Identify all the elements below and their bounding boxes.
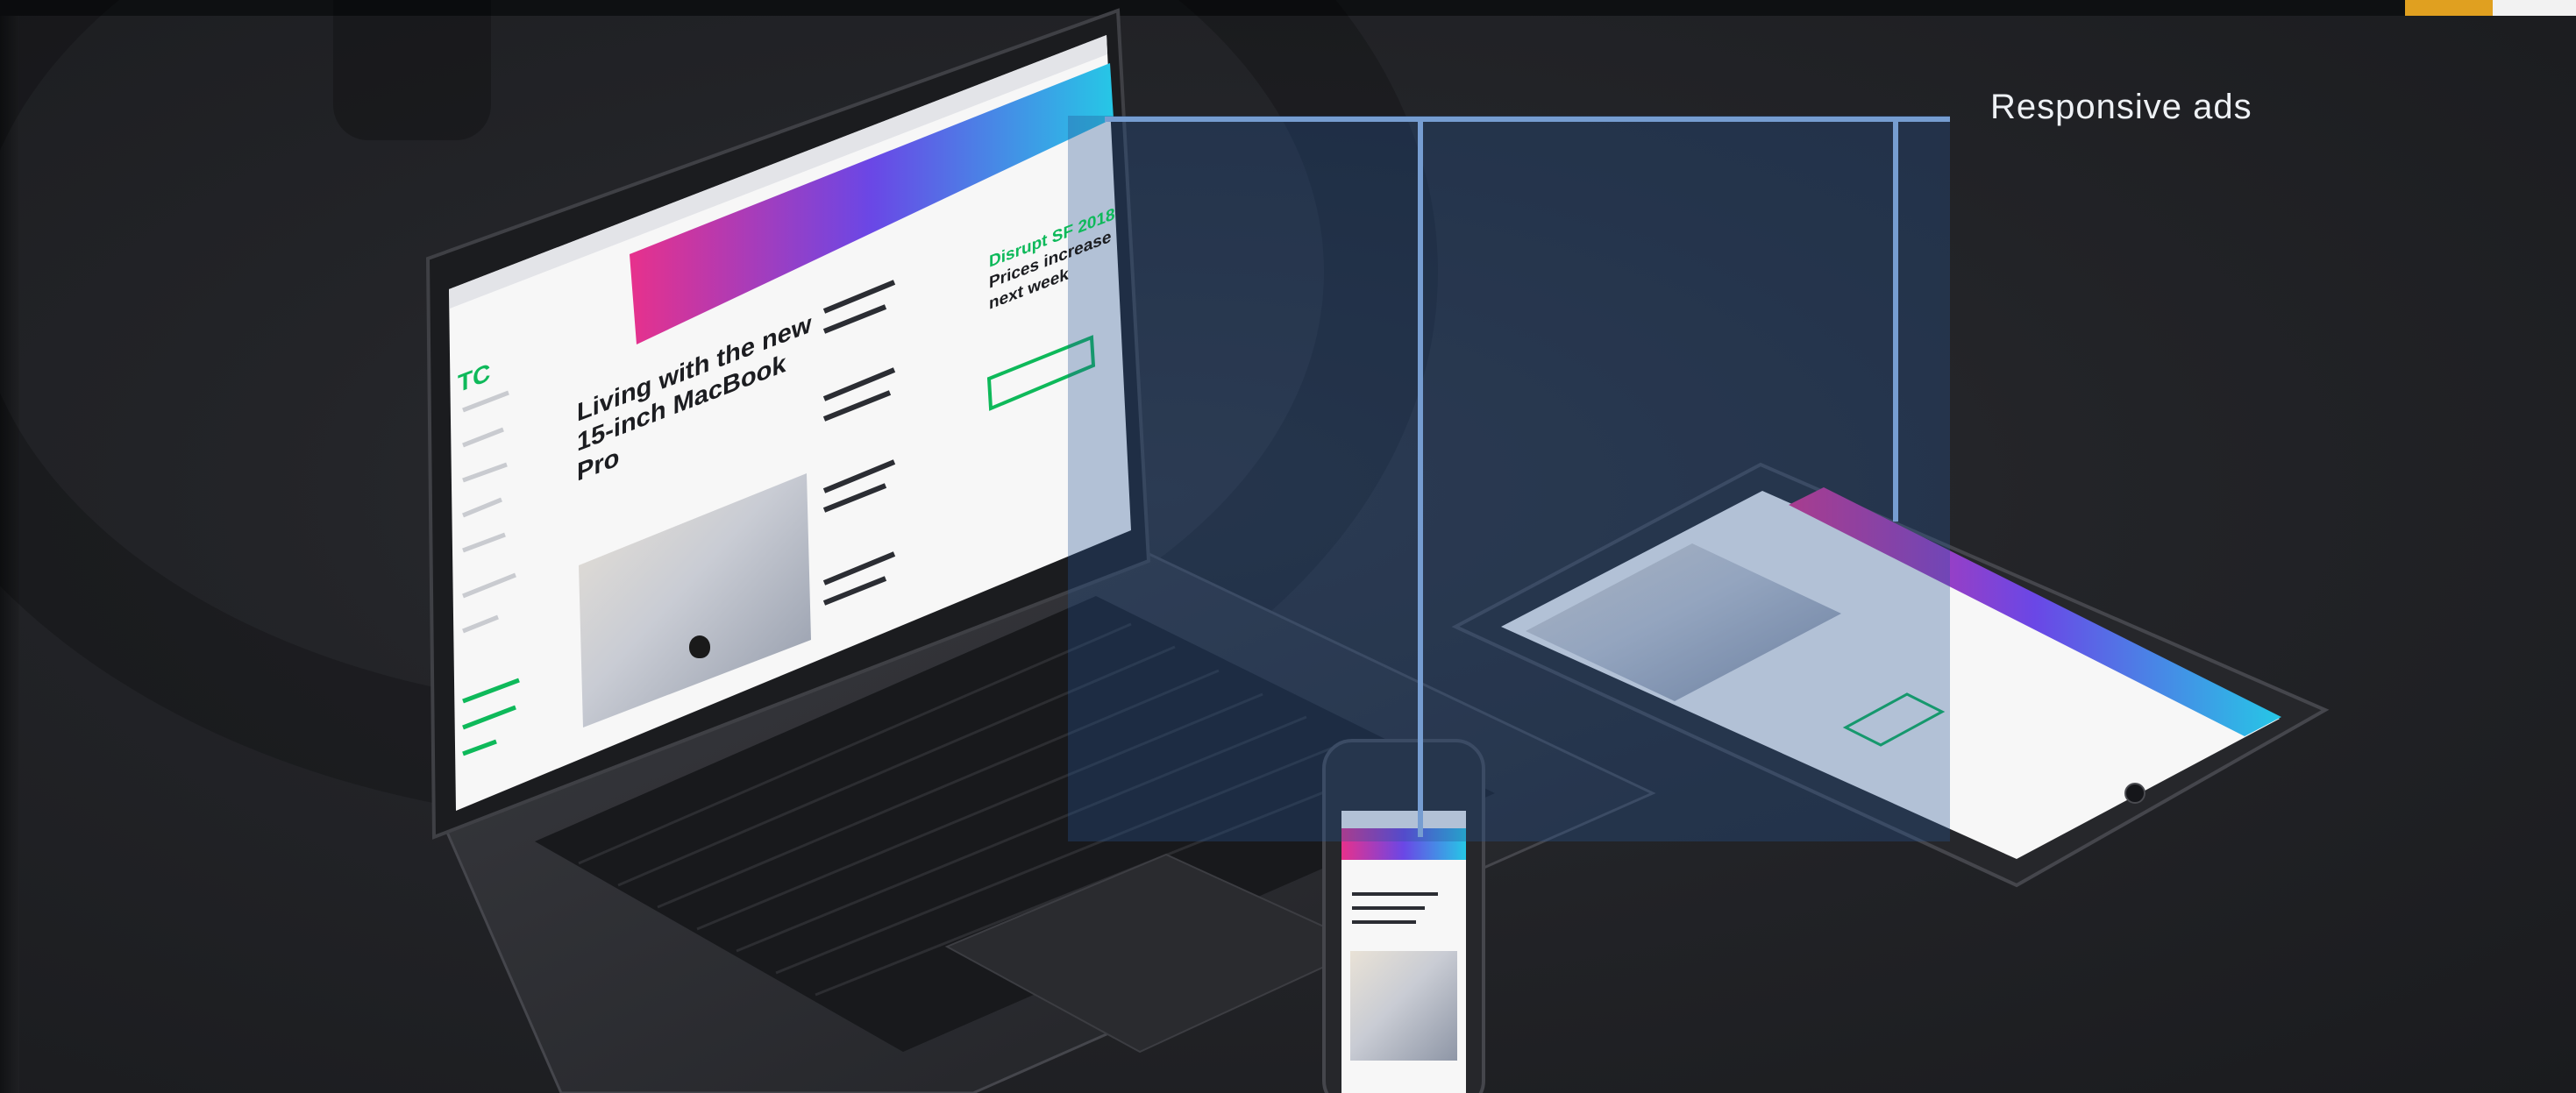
tablet-home-button bbox=[2124, 783, 2145, 804]
techcrunch-logo-icon: T bbox=[458, 365, 473, 398]
responsive-ads-label: Responsive ads bbox=[1990, 88, 2252, 126]
apple-logo-icon bbox=[689, 635, 710, 658]
responsive-ad-highlight bbox=[1068, 116, 1950, 841]
promo-stage: TC Living with the new 15-inch MacBook P… bbox=[0, 0, 2576, 1093]
phone-hero-photo bbox=[1350, 951, 1457, 1061]
